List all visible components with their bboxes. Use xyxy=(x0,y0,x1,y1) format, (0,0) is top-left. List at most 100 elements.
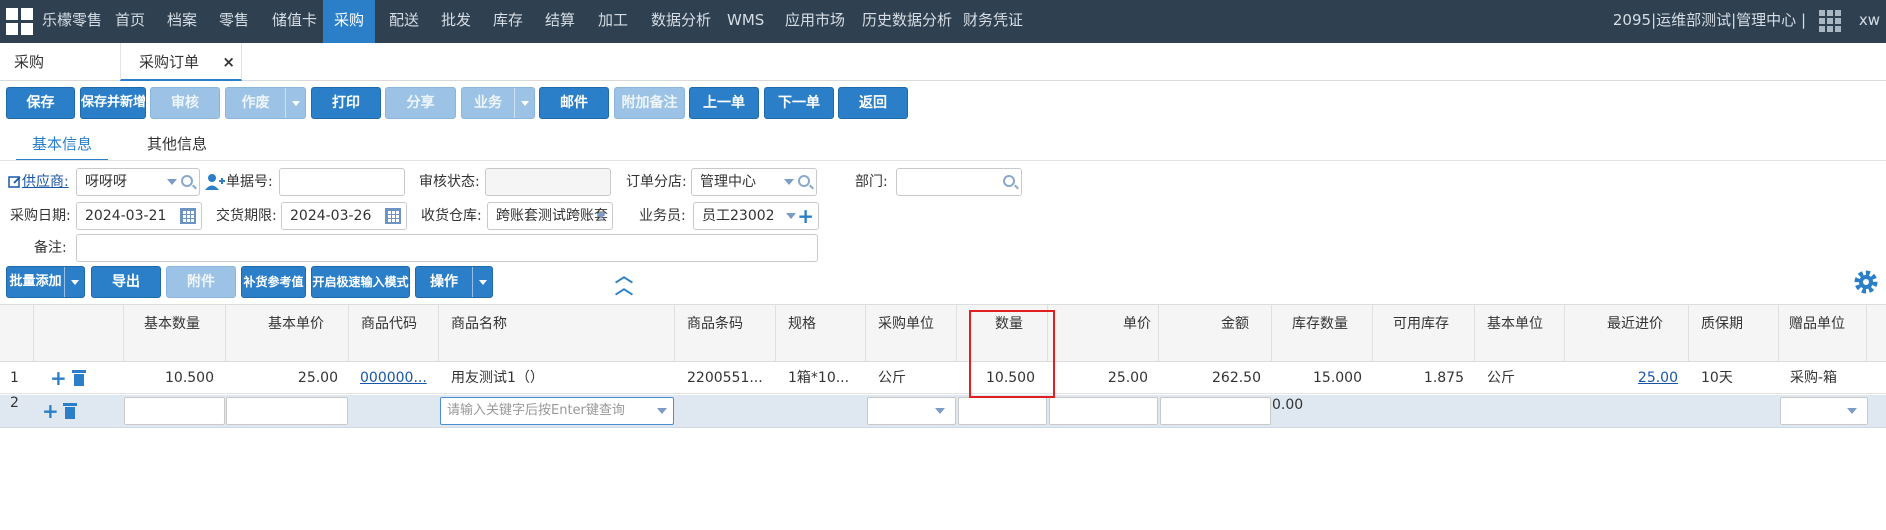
nav-app-market[interactable]: 应用市场 xyxy=(785,0,845,43)
purchase-date-calendar-icon[interactable] xyxy=(180,208,196,224)
cell-warranty[interactable]: 10天 xyxy=(1701,362,1777,394)
col-last-price[interactable]: 最近进价 xyxy=(1565,305,1689,361)
cell-product-code-link[interactable]: 000000... xyxy=(360,362,438,394)
delete-row-icon[interactable] xyxy=(63,403,77,419)
col-available-stock[interactable]: 可用库存 xyxy=(1373,305,1475,361)
cell-basic-qty[interactable]: 10.500 xyxy=(124,362,214,394)
nav-wms[interactable]: WMS xyxy=(727,0,764,43)
department-search-icon[interactable] xyxy=(1003,175,1015,187)
replenish-reference-button[interactable]: 补货参考值 xyxy=(241,266,306,298)
nav-history-analysis[interactable]: 历史数据分析 xyxy=(862,0,952,43)
nav-finance-voucher[interactable]: 财务凭证 xyxy=(963,0,1023,43)
supplier-field[interactable]: 呀呀呀 xyxy=(76,168,200,196)
table-row-new[interactable]: 2 + 请输入关键字后按Enter键查询 0.00 xyxy=(0,395,1886,428)
additional-note-button[interactable]: 附加备注 xyxy=(614,87,685,119)
purchase-unit-dropdown-icon[interactable] xyxy=(935,408,945,414)
cell-amount[interactable]: 262.50 xyxy=(1159,362,1261,394)
supplier-search-icon[interactable] xyxy=(181,175,193,187)
doc-no-field[interactable] xyxy=(279,168,405,196)
add-user-icon[interactable] xyxy=(205,173,225,191)
supplier-label[interactable]: 供应商: xyxy=(22,168,69,196)
save-and-new-button[interactable]: 保存并新增 xyxy=(80,87,146,119)
void-dropdown-icon[interactable] xyxy=(285,88,305,118)
col-amount[interactable]: 金额 xyxy=(1159,305,1272,361)
cell-product-name[interactable]: 用友测试1（） xyxy=(451,362,671,394)
col-basic-price[interactable]: 基本单价 xyxy=(226,305,349,361)
col-gift-unit[interactable]: 赠品单位 xyxy=(1779,305,1867,361)
business-dropdown-icon[interactable] xyxy=(514,88,534,118)
operation-dropdown-icon[interactable] xyxy=(472,267,492,297)
batch-add-button[interactable]: 批量添加 xyxy=(6,266,85,298)
col-purchase-unit[interactable]: 采购单位 xyxy=(866,305,957,361)
add-salesman-icon[interactable]: + xyxy=(797,206,814,226)
receiving-warehouse-field[interactable]: 跨账套测试跨账套 xyxy=(487,202,613,230)
cell-barcode[interactable]: 2200551... xyxy=(687,362,775,394)
col-spec[interactable]: 规格 xyxy=(776,305,866,361)
col-warranty[interactable]: 质保期 xyxy=(1689,305,1779,361)
collapse-chevron-icon[interactable]: ︿ ︿ xyxy=(614,268,634,298)
tab-purchase[interactable]: 采购 xyxy=(14,43,114,81)
col-barcode[interactable]: 商品条码 xyxy=(675,305,776,361)
user-info[interactable]: 2095|运维部测试|管理中心 | xyxy=(1613,0,1806,43)
tab-basic-info[interactable]: 基本信息 xyxy=(16,131,108,161)
edit-icon[interactable] xyxy=(8,175,22,189)
operation-button[interactable]: 操作 xyxy=(415,266,493,298)
print-button[interactable]: 打印 xyxy=(311,87,381,119)
cell-available-stock[interactable]: 1.875 xyxy=(1373,362,1464,394)
input-quantity[interactable] xyxy=(958,397,1047,425)
save-button[interactable]: 保存 xyxy=(6,87,75,119)
salesman-field[interactable]: 员工23002 + xyxy=(693,202,819,230)
nav-processing[interactable]: 加工 xyxy=(598,0,628,43)
audit-button[interactable]: 审核 xyxy=(150,87,220,119)
next-order-button[interactable]: 下一单 xyxy=(764,87,834,119)
attachment-button[interactable]: 附件 xyxy=(166,266,236,298)
brand-name[interactable]: 乐檬零售 xyxy=(42,0,102,43)
cell-unit-price[interactable]: 25.00 xyxy=(1048,362,1148,394)
input-amount[interactable] xyxy=(1160,397,1271,425)
nav-archive[interactable]: 档案 xyxy=(167,0,197,43)
nav-distribution[interactable]: 配送 xyxy=(389,0,419,43)
receiving-warehouse-dropdown-icon[interactable] xyxy=(596,213,606,219)
order-branch-search-icon[interactable] xyxy=(798,175,810,187)
delivery-deadline-calendar-icon[interactable] xyxy=(385,208,401,224)
nav-stored-value-card[interactable]: 储值卡 xyxy=(272,0,317,43)
input-basic-qty[interactable] xyxy=(124,397,225,425)
void-button[interactable]: 作废 xyxy=(225,87,306,119)
add-row-icon[interactable]: + xyxy=(50,368,67,388)
purchase-date-field[interactable]: 2024-03-21 xyxy=(76,202,202,230)
batch-add-dropdown-icon[interactable] xyxy=(64,267,84,297)
delivery-deadline-field[interactable]: 2024-03-26 xyxy=(281,202,407,230)
col-unit-price[interactable]: 单价 xyxy=(1048,305,1159,361)
nav-purchase[interactable]: 采购 xyxy=(323,0,375,43)
apps-grid-icon[interactable] xyxy=(1819,10,1841,32)
input-unit-price[interactable] xyxy=(1049,397,1158,425)
delete-row-icon[interactable] xyxy=(72,370,86,386)
col-product-code[interactable]: 商品代码 xyxy=(349,305,439,361)
tab-purchase-order[interactable]: 采购订单 × xyxy=(120,43,242,81)
nav-wholesale[interactable]: 批发 xyxy=(441,0,471,43)
nav-retail[interactable]: 零售 xyxy=(219,0,249,43)
department-field[interactable] xyxy=(896,168,1022,196)
cell-base-unit[interactable]: 公斤 xyxy=(1487,362,1563,394)
table-row[interactable]: 1 + 10.500 25.00 000000... 用友测试1（） 22005… xyxy=(0,362,1886,394)
cell-purchase-unit[interactable]: 公斤 xyxy=(878,362,954,394)
email-button[interactable]: 邮件 xyxy=(539,87,609,119)
add-row-icon[interactable]: + xyxy=(42,401,59,421)
nav-data-analysis[interactable]: 数据分析 xyxy=(651,0,711,43)
tab-other-info[interactable]: 其他信息 xyxy=(147,131,207,161)
nav-home[interactable]: 首页 xyxy=(115,0,145,43)
user-name-short[interactable]: xw xyxy=(1859,0,1880,43)
previous-order-button[interactable]: 上一单 xyxy=(689,87,759,119)
product-search-dropdown-icon[interactable] xyxy=(657,408,667,414)
supplier-dropdown-icon[interactable] xyxy=(167,179,177,185)
cell-basic-price[interactable]: 25.00 xyxy=(226,362,338,394)
col-basic-qty[interactable]: 基本数量 xyxy=(124,305,226,361)
business-button[interactable]: 业务 xyxy=(461,87,535,119)
cell-spec[interactable]: 1箱*10... xyxy=(788,362,864,394)
close-tab-icon[interactable]: × xyxy=(222,43,235,81)
cell-gift-unit[interactable]: 采购-箱 xyxy=(1790,362,1866,394)
product-search-input[interactable]: 请输入关键字后按Enter键查询 xyxy=(440,397,674,425)
input-basic-price[interactable] xyxy=(226,397,348,425)
remark-field[interactable] xyxy=(76,234,818,262)
cell-last-price-link[interactable]: 25.00 xyxy=(1565,362,1678,394)
